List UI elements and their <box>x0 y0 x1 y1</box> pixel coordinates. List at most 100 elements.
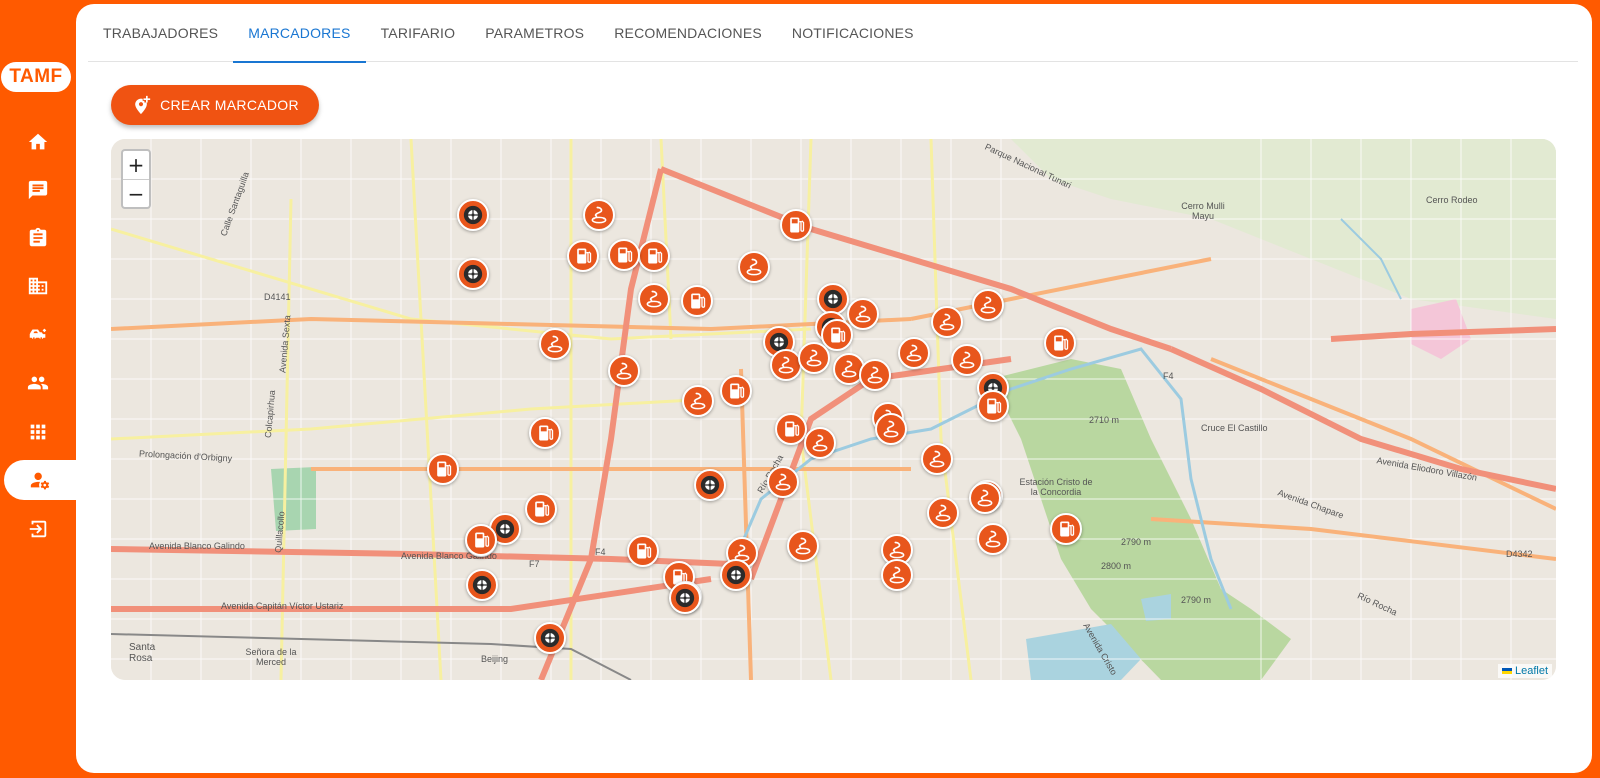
fuel-icon <box>437 461 452 477</box>
car-wash-icon <box>939 313 955 331</box>
zoom-out-button[interactable]: − <box>123 179 149 207</box>
map-marker-fuel[interactable] <box>977 390 1009 422</box>
car-wash-icon <box>889 566 905 584</box>
fuel-icon <box>618 247 633 263</box>
tire-icon <box>495 519 515 539</box>
map-marker-wash[interactable] <box>767 466 799 498</box>
map-label: Estación Cristo de la Concordia <box>1019 477 1093 497</box>
map-tiles[interactable] <box>111 139 1556 680</box>
fuel-icon <box>691 293 706 309</box>
people-icon <box>27 376 49 390</box>
map-marker-fuel[interactable] <box>567 240 599 272</box>
nav-apps[interactable] <box>0 412 76 452</box>
car-wash-icon <box>855 305 871 323</box>
map-label: 2790 m <box>1121 537 1152 547</box>
map-marker-wash[interactable] <box>539 328 571 360</box>
map-marker-wash[interactable] <box>787 530 819 562</box>
map-marker-fuel[interactable] <box>627 535 659 567</box>
map-marker-fuel[interactable] <box>525 493 557 525</box>
map-label: Avenida Blanco Galindo <box>149 541 245 551</box>
car-wash-icon <box>746 258 762 276</box>
nav-messages[interactable] <box>0 170 76 210</box>
map-marker-fuel[interactable] <box>780 209 812 241</box>
map-marker-fuel[interactable] <box>465 524 497 556</box>
map-marker-fuel[interactable] <box>529 417 561 449</box>
map-marker-fuel[interactable] <box>427 453 459 485</box>
vehicle-icon <box>29 328 47 340</box>
user-settings-icon <box>30 472 50 490</box>
nav-user-settings[interactable] <box>4 460 76 500</box>
map-label: Cerro Mulli Mayu <box>1181 201 1225 221</box>
map-marker-wash[interactable] <box>977 523 1009 555</box>
map-label: Cerro Rodeo <box>1426 195 1478 205</box>
map-marker-fuel[interactable] <box>1044 327 1076 359</box>
map-marker-wash[interactable] <box>921 443 953 475</box>
map-marker-fuel[interactable] <box>821 319 853 351</box>
map-marker-wash[interactable] <box>638 283 670 315</box>
fuel-icon <box>1054 335 1069 351</box>
map-label: Santa Rosa <box>129 642 156 664</box>
map-marker-wash[interactable] <box>583 199 615 231</box>
map-marker-wash[interactable] <box>927 497 959 529</box>
fuel-icon <box>539 425 554 441</box>
nav-vehicles[interactable] <box>0 315 76 355</box>
tab-trabajadores[interactable]: TRABAJADORES <box>88 4 233 62</box>
nav-companies[interactable] <box>0 266 76 306</box>
tab-recomendaciones[interactable]: RECOMENDACIONES <box>599 4 777 62</box>
app-logo: TAMF <box>1 62 71 92</box>
map-label: 2790 m <box>1181 595 1212 605</box>
map-marker-fuel[interactable] <box>681 285 713 317</box>
car-wash-icon <box>616 362 632 380</box>
nav-people[interactable] <box>0 363 76 403</box>
map-marker-fuel[interactable] <box>608 239 640 271</box>
fuel-icon <box>475 532 490 548</box>
fuel-icon <box>535 501 550 517</box>
zoom-in-button[interactable]: + <box>123 151 149 179</box>
map-marker-wash[interactable] <box>804 427 836 459</box>
map-marker-wash[interactable] <box>798 342 830 374</box>
map-marker-tire[interactable] <box>694 469 726 501</box>
map-marker-wash[interactable] <box>951 344 983 376</box>
map-marker-wash[interactable] <box>931 306 963 338</box>
fuel-icon <box>577 248 592 264</box>
tab-marcadores[interactable]: MARCADORES <box>233 4 366 63</box>
nav-home[interactable] <box>0 122 76 162</box>
map-marker-wash[interactable] <box>875 413 907 445</box>
map-marker-fuel[interactable] <box>1050 513 1082 545</box>
map-marker-wash[interactable] <box>969 482 1001 514</box>
map-marker-wash[interactable] <box>972 289 1004 321</box>
map-marker-wash[interactable] <box>881 559 913 591</box>
map-marker-tire[interactable] <box>669 582 701 614</box>
car-wash-icon <box>889 541 905 559</box>
map-marker-tire[interactable] <box>466 569 498 601</box>
map-marker-wash[interactable] <box>682 385 714 417</box>
car-wash-icon <box>591 206 607 224</box>
tab-notificaciones[interactable]: NOTIFICACIONES <box>777 4 929 62</box>
tire-icon <box>823 289 843 309</box>
map-marker-wash[interactable] <box>859 359 891 391</box>
car-wash-icon <box>959 351 975 369</box>
map-marker-fuel[interactable] <box>720 375 752 407</box>
map-marker-fuel[interactable] <box>638 240 670 272</box>
map-marker-wash[interactable] <box>898 337 930 369</box>
ukraine-flag-icon <box>1501 668 1512 674</box>
map-marker-tire[interactable] <box>457 258 489 290</box>
tire-icon <box>463 264 483 284</box>
map-marker-wash[interactable] <box>847 298 879 330</box>
map-label: 2800 m <box>1101 561 1132 571</box>
create-marker-button[interactable]: CREAR MARCADOR <box>111 85 319 125</box>
fuel-icon <box>1060 521 1075 537</box>
map-attribution[interactable]: Leaflet <box>1497 664 1552 678</box>
map-marker-tire[interactable] <box>534 622 566 654</box>
map-marker-fuel[interactable] <box>775 413 807 445</box>
nav-tasks[interactable] <box>0 218 76 258</box>
tab-tarifario[interactable]: TARIFARIO <box>366 4 471 62</box>
map-marker-tire[interactable] <box>457 199 489 231</box>
map[interactable]: Parque Nacional Tunari Cerro Mulli Mayu … <box>111 139 1556 680</box>
nav-logout[interactable] <box>0 509 76 549</box>
tab-parametros[interactable]: PARAMETROS <box>470 4 599 62</box>
map-marker-wash[interactable] <box>738 251 770 283</box>
map-marker-tire[interactable] <box>720 559 752 591</box>
map-marker-wash[interactable] <box>608 355 640 387</box>
map-marker-wash[interactable] <box>770 349 802 381</box>
